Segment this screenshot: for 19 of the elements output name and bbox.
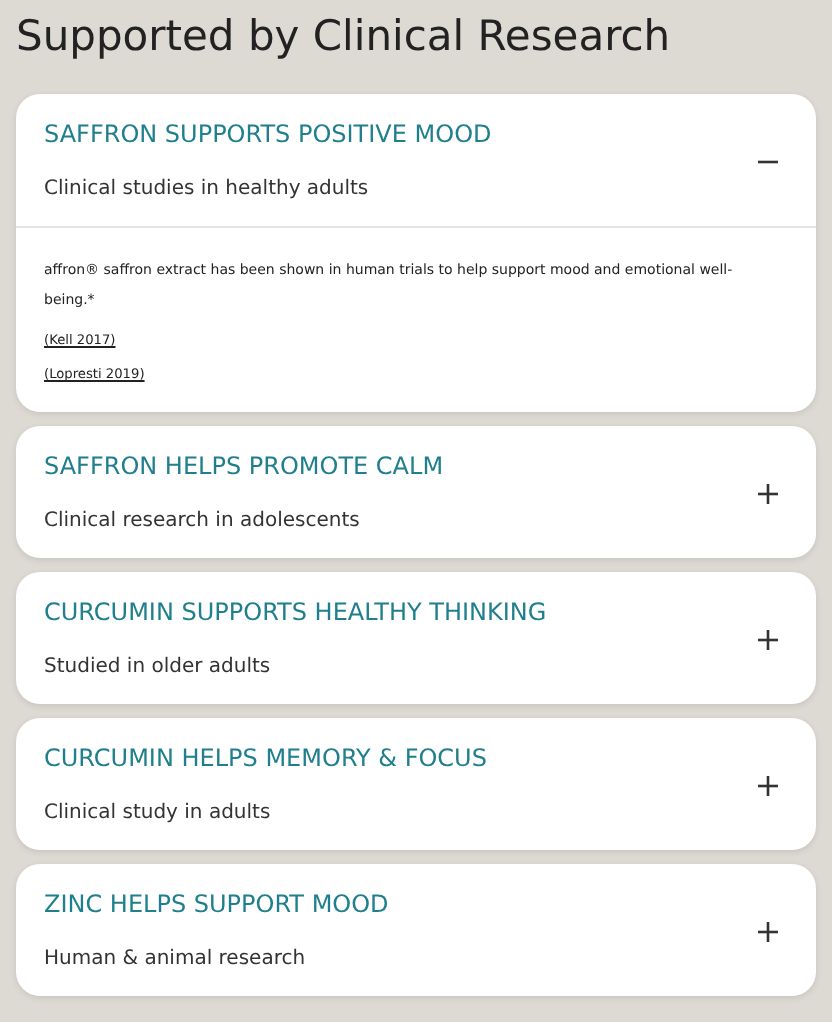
accordion-subtitle: Human & animal research bbox=[44, 946, 306, 972]
expand-button[interactable] bbox=[756, 773, 780, 797]
accordion-title: CURCUMIN HELPS MEMORY & FOCUS bbox=[44, 744, 487, 774]
expand-button[interactable] bbox=[756, 481, 780, 505]
accordion-subtitle: Clinical study in adults bbox=[44, 800, 271, 826]
accordion-title: ZINC HELPS SUPPORT MOOD bbox=[44, 890, 389, 920]
accordion-title: SAFFRON HELPS PROMOTE CALM bbox=[44, 452, 444, 482]
plus-icon bbox=[756, 919, 780, 943]
plus-icon bbox=[756, 481, 780, 505]
accordion-subtitle: Clinical research in adolescents bbox=[44, 508, 360, 534]
accordion-title: SAFFRON SUPPORTS POSITIVE MOOD bbox=[44, 120, 492, 150]
accordion-title: CURCUMIN SUPPORTS HEALTHY THINKING bbox=[44, 598, 547, 628]
plus-icon bbox=[756, 773, 780, 797]
expand-button[interactable] bbox=[756, 627, 780, 651]
accordion-subtitle: Studied in older adults bbox=[44, 654, 271, 680]
page-heading: Supported by Clinical Research bbox=[16, 10, 671, 64]
accordion-subtitle: Clinical studies in healthy adults bbox=[44, 176, 369, 202]
expand-button[interactable] bbox=[756, 919, 780, 943]
plus-icon bbox=[756, 627, 780, 651]
